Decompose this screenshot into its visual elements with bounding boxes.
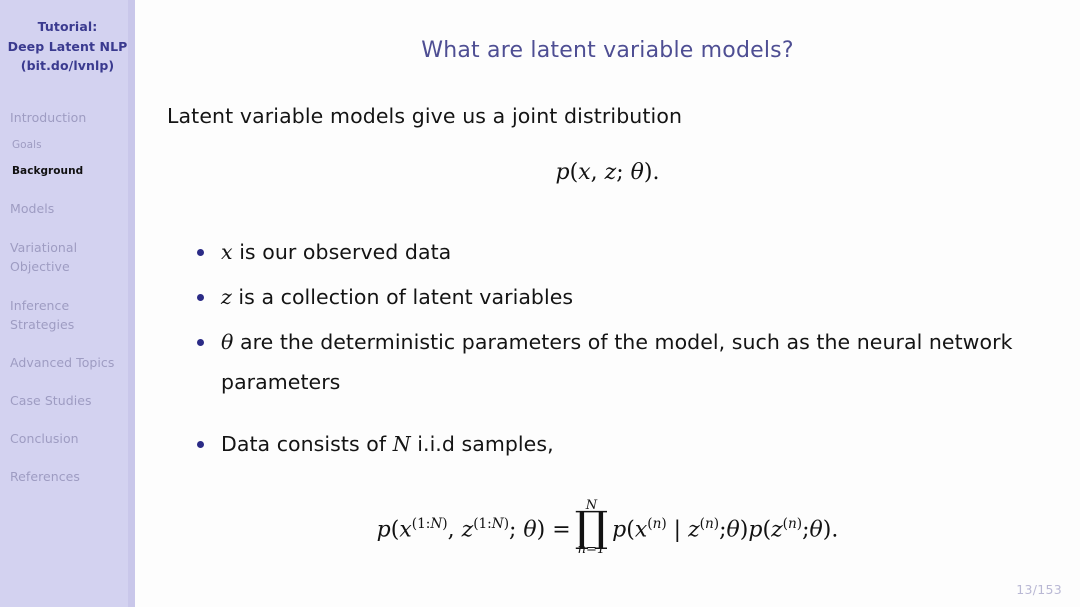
bullet-4-symbol: N [392, 432, 411, 456]
bullet-2-text: is a collection of latent variables [231, 285, 574, 309]
bullet-dot-icon [197, 339, 204, 346]
bullet-4-text-pre: Data consists of [221, 432, 393, 456]
list-item: Data consists of N i.i.d samples, [191, 424, 1061, 464]
sidebar-item-case-studies[interactable]: Case Studies [0, 392, 135, 410]
bullet-dot-icon [197, 441, 204, 448]
slide-title: What are latent variable models? [421, 38, 794, 63]
list-item: x is our observed data [191, 232, 1061, 272]
page-number: 13/153 [1016, 582, 1062, 597]
bullet-2-symbol: z [221, 285, 232, 309]
presentation-slide: Tutorial: Deep Latent NLP (bit.do/lvnlp)… [0, 0, 1080, 607]
equation-joint-distribution: p(x, z; θ). [555, 160, 660, 185]
sidebar-item-variational-objective[interactable]: Variational Objective [0, 238, 135, 276]
equation-rhs: p(x(n) | z(n);θ)p(z(n);θ). [612, 515, 839, 542]
sidebar-item-introduction[interactable]: Introduction [0, 109, 135, 127]
sidebar-item-inference-strategies[interactable]: Inference Strategies [0, 296, 135, 334]
bullet-dot-icon [197, 294, 204, 301]
sidebar-item-advanced-topics[interactable]: Advanced Topics [0, 354, 135, 372]
sidebar-item-background[interactable]: Background [0, 162, 135, 180]
bullet-list: x is our observed data z is a collection… [191, 232, 1061, 464]
sidebar-item-inference-strategies-line-2: Strategies [10, 316, 75, 332]
sidebar-item-inference-strategies-line-1: Inference [10, 297, 70, 313]
bullet-3-text: are the deterministic parameters of the … [221, 330, 1013, 394]
sidebar-item-goals[interactable]: Goals [0, 136, 135, 154]
bullet-1-text: is our observed data [232, 240, 452, 264]
sidebar-title-line-1: Tutorial: [37, 19, 98, 34]
product-symbol-icon: ∏ [574, 502, 609, 551]
list-item: θ are the deterministic parameters of th… [191, 322, 1061, 402]
slide-content: What are latent variable models? Latent … [135, 0, 1080, 607]
sidebar-item-variational-objective-line-1: Variational [10, 239, 78, 255]
table-of-contents: Introduction Goals Background Models Var… [0, 109, 135, 486]
sidebar-item-conclusion[interactable]: Conclusion [0, 430, 135, 448]
sidebar-title-line-3: (bit.do/lvnlp) [20, 58, 115, 73]
sidebar-item-references[interactable]: References [0, 468, 135, 486]
sidebar-title: Tutorial: Deep Latent NLP (bit.do/lvnlp) [0, 0, 135, 76]
lead-paragraph: Latent variable models give us a joint d… [167, 104, 683, 128]
bullet-4-text-post: i.i.d samples, [410, 432, 554, 456]
bullet-1-symbol: x [221, 240, 233, 264]
sidebar-navigation: Tutorial: Deep Latent NLP (bit.do/lvnlp)… [0, 0, 135, 607]
list-item: z is a collection of latent variables [191, 277, 1061, 317]
sidebar-item-models[interactable]: Models [0, 200, 135, 218]
product-operator: N ∏ n=1 [575, 499, 608, 556]
equation-lhs: p(x(1:N), z(1:N); θ) = [376, 515, 571, 542]
sidebar-title-line-2: Deep Latent NLP [7, 38, 128, 54]
bullet-dot-icon [197, 249, 204, 256]
product-lower-limit: n=1 [577, 542, 606, 558]
equation-factorized-likelihood: p(x(1:N), z(1:N); θ) = N ∏ n=1 p(x(n) | … [135, 499, 1080, 557]
bullet-3-symbol: θ [221, 330, 234, 354]
sidebar-item-variational-objective-line-2: Objective [10, 258, 70, 274]
